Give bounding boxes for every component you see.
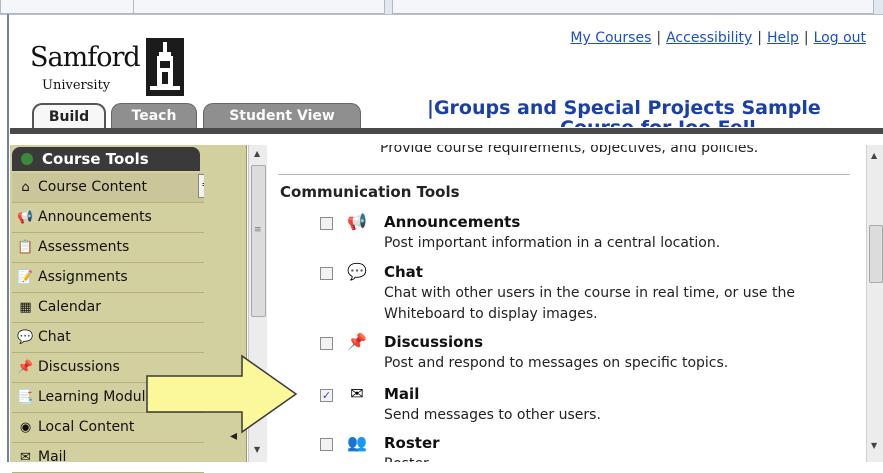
- sidebar-item-label: Mail: [38, 449, 67, 465]
- samford-logo[interactable]: Samford University: [30, 28, 184, 96]
- sidebar-item-label: Assessments: [38, 239, 130, 255]
- sidebar-item-label: Learning Modules: [38, 389, 162, 405]
- tool-name: Chat: [384, 263, 423, 281]
- roster-icon: 👥: [347, 433, 367, 452]
- sidebar-item-announcements[interactable]: 📢 Announcements: [12, 203, 204, 233]
- main-content: Provide course requirements, objectives,…: [272, 145, 864, 462]
- scroll-up-arrow-icon[interactable]: ▲: [254, 149, 260, 158]
- sidebar-item-mail[interactable]: ✉ Mail: [12, 443, 204, 473]
- chat-icon: 💬: [347, 262, 367, 281]
- tool-description: Post and respond to messages on specific…: [384, 355, 729, 371]
- chat-checkbox[interactable]: [320, 267, 333, 280]
- tool-description: Post important information in a central …: [384, 235, 721, 251]
- chat-icon: 💬: [17, 330, 34, 345]
- course-requirements-text: Provide course requirements, objectives,…: [380, 145, 759, 156]
- browser-tab[interactable]: [133, 0, 385, 14]
- logo-text: Samford: [30, 42, 141, 73]
- pushpin-icon: 📌: [17, 360, 34, 375]
- tool-name: Discussions: [384, 333, 484, 351]
- sidebar-item-label: Discussions: [38, 359, 120, 375]
- discussions-checkbox[interactable]: [320, 337, 333, 350]
- course-tools-header[interactable]: Course Tools: [12, 147, 200, 171]
- mail-icon: ✉: [20, 450, 31, 465]
- scroll-up-arrow-icon[interactable]: ▲: [871, 151, 877, 160]
- assessment-icon: 📋: [17, 240, 34, 255]
- sidebar-item-label: Chat: [38, 329, 71, 345]
- course-tools-title: Course Tools: [42, 150, 149, 168]
- course-title: |Groups and Special Projects Sample: [427, 97, 821, 119]
- roster-checkbox[interactable]: [320, 438, 333, 451]
- sidebar-item-chat[interactable]: 💬 Chat: [12, 323, 204, 353]
- browser-tab-strip: [0, 0, 883, 15]
- mail-checkbox[interactable]: ✓: [320, 389, 333, 402]
- megaphone-icon: 📢: [17, 210, 34, 225]
- assignment-icon: 📝: [17, 270, 34, 285]
- main-scrollbar[interactable]: ▲ ▼: [866, 145, 883, 462]
- sidebar-item-assessments[interactable]: 📋 Assessments: [12, 233, 204, 263]
- tool-description: Send messages to other users.: [384, 407, 601, 423]
- tab-student-view[interactable]: Student View: [203, 103, 361, 129]
- tool-name: Announcements: [384, 213, 521, 231]
- browser-tab[interactable]: [0, 0, 134, 14]
- top-links: My Courses | Accessibility | Help | Log out: [570, 30, 866, 46]
- communication-tools-heading: Communication Tools: [280, 183, 460, 201]
- sidebar-item-assignments[interactable]: 📝 Assignments: [12, 263, 204, 293]
- disc-icon: ◉: [19, 420, 32, 435]
- my-courses-link[interactable]: My Courses: [570, 30, 651, 46]
- tab-teach[interactable]: Teach: [111, 103, 197, 129]
- tower-icon: [146, 38, 184, 96]
- course-title-overflow: Course for Joe Fell: [560, 117, 756, 127]
- sidebar-item-label: Course Content: [38, 179, 148, 195]
- tool-name: Roster: [384, 434, 440, 452]
- collapse-menu-button[interactable]: ≚: [198, 174, 204, 198]
- calendar-icon: ▦: [19, 300, 32, 315]
- sidebar-item-label: Local Content: [38, 419, 135, 435]
- sidebar-item-label: Calendar: [38, 299, 101, 315]
- tool-name: Mail: [384, 385, 420, 403]
- header-divider: [10, 128, 883, 134]
- tab-build[interactable]: Build: [32, 103, 106, 130]
- collapse-circle-icon: [21, 153, 33, 165]
- tool-description: Roster: [384, 454, 856, 462]
- megaphone-icon: 📢: [347, 212, 367, 231]
- accessibility-link[interactable]: Accessibility: [666, 30, 752, 46]
- sidebar-item-calendar[interactable]: ▦ Calendar: [12, 293, 204, 323]
- help-link[interactable]: Help: [767, 30, 799, 46]
- grip-icon: ≡: [254, 225, 262, 235]
- sidebar-item-label: Announcements: [38, 209, 152, 225]
- tool-description: Chat with other users in the course in r…: [384, 285, 795, 322]
- sidebar-item-label: Assignments: [38, 269, 128, 285]
- yellow-arrow-icon: [146, 354, 298, 434]
- scroll-down-arrow-icon[interactable]: ▼: [871, 441, 877, 450]
- log-out-link[interactable]: Log out: [814, 30, 866, 46]
- scroll-down-arrow-icon[interactable]: ▼: [254, 445, 260, 454]
- module-icon: 📑: [17, 390, 34, 405]
- logo-subtext: University: [42, 78, 111, 93]
- browser-tab[interactable]: [392, 0, 874, 14]
- pushpin-icon: 📌: [347, 332, 367, 351]
- announcements-checkbox[interactable]: [320, 217, 333, 230]
- section-divider: [278, 174, 850, 175]
- home-icon: ⌂: [21, 180, 30, 195]
- nav-scroll-thumb[interactable]: [251, 165, 266, 317]
- mail-icon: ✉: [350, 384, 364, 403]
- main-scroll-thumb[interactable]: [869, 225, 883, 283]
- window-left-edge: [7, 14, 9, 462]
- sidebar-item-course-content[interactable]: ⌂ Course Content ≚: [12, 173, 204, 203]
